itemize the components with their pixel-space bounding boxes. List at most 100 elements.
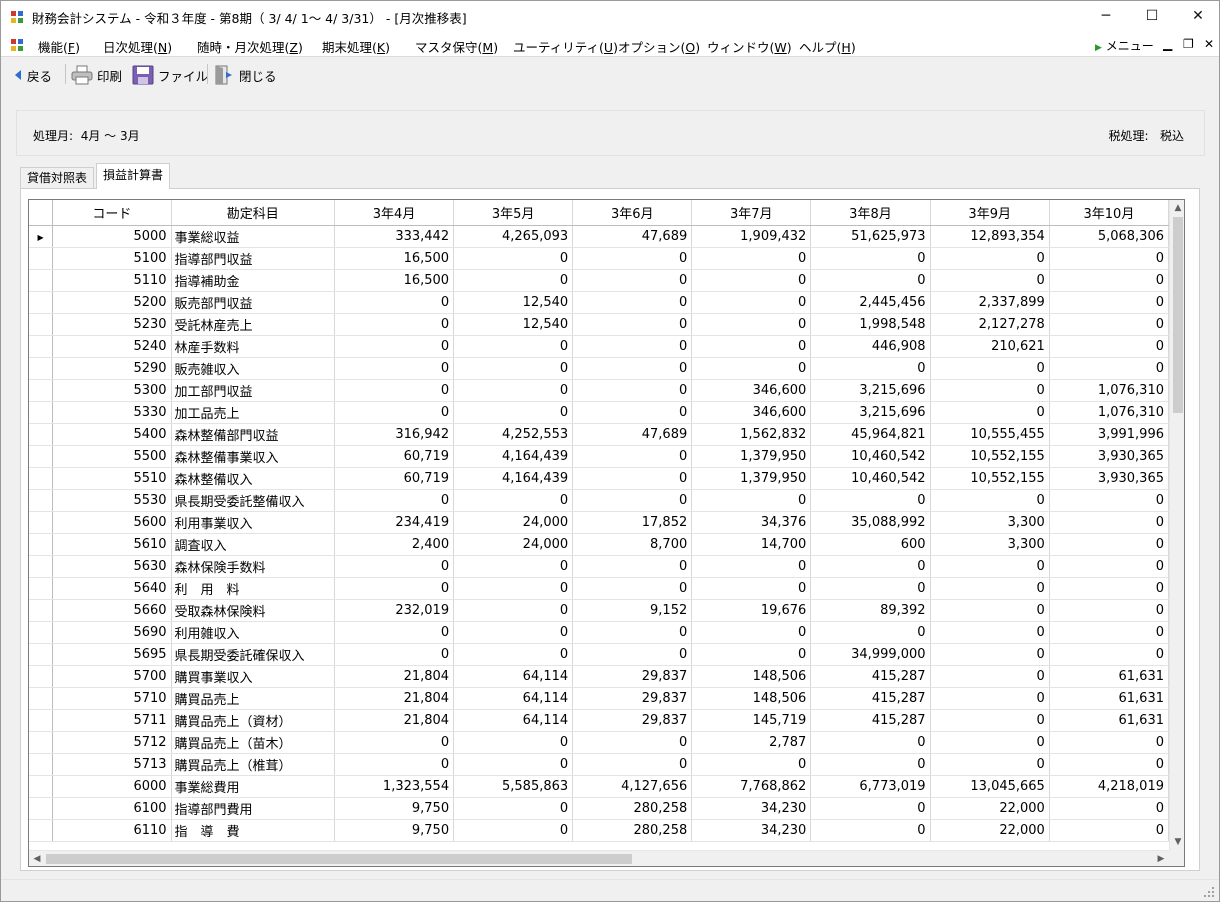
column-header[interactable]: 3年10月: [1049, 200, 1169, 226]
amount-cell[interactable]: 2,337,899: [930, 291, 1050, 314]
menu-master[interactable]: マスタ保守(M): [415, 37, 498, 56]
amount-cell[interactable]: 0: [334, 643, 455, 666]
amount-cell[interactable]: 346,600: [691, 379, 812, 402]
amount-cell[interactable]: 0: [1049, 357, 1169, 380]
amount-cell[interactable]: 0: [930, 665, 1050, 688]
row-header[interactable]: [29, 533, 54, 556]
account-code-cell[interactable]: 5640: [52, 577, 172, 600]
table-row[interactable]: 5710 購買品売上 21,804 64,114 29,837 148,506 415,28…: [29, 687, 1169, 710]
amount-cell[interactable]: 316,942: [334, 423, 455, 446]
account-code-cell[interactable]: 5713: [52, 753, 172, 776]
account-name-cell[interactable]: 購買品売上（資材）: [171, 709, 336, 732]
amount-cell[interactable]: 0: [1049, 621, 1169, 644]
amount-cell[interactable]: 0: [572, 335, 693, 358]
account-code-cell[interactable]: 5400: [52, 423, 172, 446]
table-row[interactable]: 5100 指導部門収益 16,500 0 0 0 0 0 0: [29, 247, 1169, 270]
amount-cell[interactable]: 35,088,992: [810, 511, 931, 534]
amount-cell[interactable]: 0: [930, 731, 1050, 754]
amount-cell[interactable]: 0: [453, 555, 574, 578]
amount-cell[interactable]: 0: [1049, 753, 1169, 776]
vertical-scroll-thumb[interactable]: [1173, 217, 1183, 413]
resize-grip-icon[interactable]: [1203, 886, 1215, 898]
minimize-button[interactable]: ─: [1083, 1, 1129, 32]
amount-cell[interactable]: 0: [810, 577, 931, 600]
amount-cell[interactable]: 0: [691, 643, 812, 666]
amount-cell[interactable]: 0: [334, 401, 455, 424]
tab-income-statement[interactable]: 損益計算書: [96, 163, 171, 189]
amount-cell[interactable]: 4,252,553: [453, 423, 574, 446]
amount-cell[interactable]: 64,114: [453, 687, 574, 710]
amount-cell[interactable]: 0: [572, 313, 693, 336]
amount-cell[interactable]: 0: [691, 753, 812, 776]
amount-cell[interactable]: 0: [572, 247, 693, 270]
mdi-restore-button[interactable]: ❐: [1183, 37, 1194, 51]
account-name-cell[interactable]: 販売雑収入: [171, 357, 336, 380]
amount-cell[interactable]: 60,719: [334, 445, 455, 468]
amount-cell[interactable]: 0: [691, 335, 812, 358]
amount-cell[interactable]: 61,631: [1049, 709, 1169, 732]
account-name-cell[interactable]: 指導補助金: [171, 269, 336, 292]
amount-cell[interactable]: 0: [810, 753, 931, 776]
account-name-cell[interactable]: 事業総費用: [171, 775, 336, 798]
amount-cell[interactable]: 0: [334, 291, 455, 314]
amount-cell[interactable]: 19,676: [691, 599, 812, 622]
account-code-cell[interactable]: 5600: [52, 511, 172, 534]
table-row[interactable]: 5300 加工部門収益 0 0 0 346,600 3,215,696 0 1,076,310: [29, 379, 1169, 402]
amount-cell[interactable]: 0: [691, 291, 812, 314]
account-code-cell[interactable]: 5230: [52, 313, 172, 336]
account-code-cell[interactable]: 5530: [52, 489, 172, 512]
account-name-cell[interactable]: 利用事業収入: [171, 511, 336, 534]
amount-cell[interactable]: 0: [810, 819, 931, 842]
amount-cell[interactable]: 0: [930, 599, 1050, 622]
amount-cell[interactable]: 12,893,354: [930, 225, 1050, 248]
amount-cell[interactable]: 0: [1049, 269, 1169, 292]
account-code-cell[interactable]: 5110: [52, 269, 172, 292]
table-row[interactable]: 5610 調査収入 2,400 24,000 8,700 14,700 600 3,300 0: [29, 533, 1169, 556]
column-header[interactable]: 3年4月: [334, 200, 455, 226]
amount-cell[interactable]: 12,540: [453, 313, 574, 336]
amount-cell[interactable]: 148,506: [691, 665, 812, 688]
column-header[interactable]: 3年8月: [810, 200, 931, 226]
amount-cell[interactable]: 0: [453, 797, 574, 820]
amount-cell[interactable]: 2,400: [334, 533, 455, 556]
amount-cell[interactable]: 0: [453, 489, 574, 512]
table-row[interactable]: 5700 購買事業収入 21,804 64,114 29,837 148,506 415,2…: [29, 665, 1169, 688]
account-code-cell[interactable]: 5290: [52, 357, 172, 380]
amount-cell[interactable]: 0: [572, 643, 693, 666]
amount-cell[interactable]: 0: [572, 291, 693, 314]
account-code-cell[interactable]: 5660: [52, 599, 172, 622]
mdi-child-icon[interactable]: [10, 38, 24, 52]
amount-cell[interactable]: 0: [810, 269, 931, 292]
account-name-cell[interactable]: 購買品売上: [171, 687, 336, 710]
row-header[interactable]: [29, 753, 54, 776]
row-header[interactable]: [29, 577, 54, 600]
amount-cell[interactable]: 3,930,365: [1049, 467, 1169, 490]
amount-cell[interactable]: 3,300: [930, 511, 1050, 534]
amount-cell[interactable]: 29,837: [572, 687, 693, 710]
table-row[interactable]: 5200 販売部門収益 0 12,540 0 0 2,445,456 2,337,899 0: [29, 291, 1169, 314]
amount-cell[interactable]: 0: [930, 621, 1050, 644]
amount-cell[interactable]: 0: [334, 357, 455, 380]
amount-cell[interactable]: 0: [334, 731, 455, 754]
amount-cell[interactable]: 4,164,439: [453, 467, 574, 490]
scroll-up-icon[interactable]: ▲: [1170, 200, 1184, 216]
amount-cell[interactable]: 5,585,863: [453, 775, 574, 798]
amount-cell[interactable]: 0: [1049, 599, 1169, 622]
row-header[interactable]: [29, 357, 54, 380]
row-header[interactable]: [29, 247, 54, 270]
menu-help[interactable]: ヘルプ(H): [799, 37, 856, 56]
table-row[interactable]: 5712 購買品売上（苗木） 0 0 0 2,787 0 0 0: [29, 731, 1169, 754]
row-header[interactable]: [29, 423, 54, 446]
account-code-cell[interactable]: 6110: [52, 819, 172, 842]
row-header[interactable]: [29, 819, 54, 842]
amount-cell[interactable]: 0: [453, 819, 574, 842]
amount-cell[interactable]: 600: [810, 533, 931, 556]
amount-cell[interactable]: 61,631: [1049, 687, 1169, 710]
amount-cell[interactable]: 8,700: [572, 533, 693, 556]
amount-cell[interactable]: 0: [930, 753, 1050, 776]
mdi-close-button[interactable]: ✕: [1204, 37, 1214, 51]
table-row[interactable]: ▶ 5000 事業総収益 333,442 4,265,093 47,689 1,909,43…: [29, 225, 1169, 248]
amount-cell[interactable]: 47,689: [572, 225, 693, 248]
amount-cell[interactable]: 0: [930, 357, 1050, 380]
amount-cell[interactable]: 0: [930, 643, 1050, 666]
